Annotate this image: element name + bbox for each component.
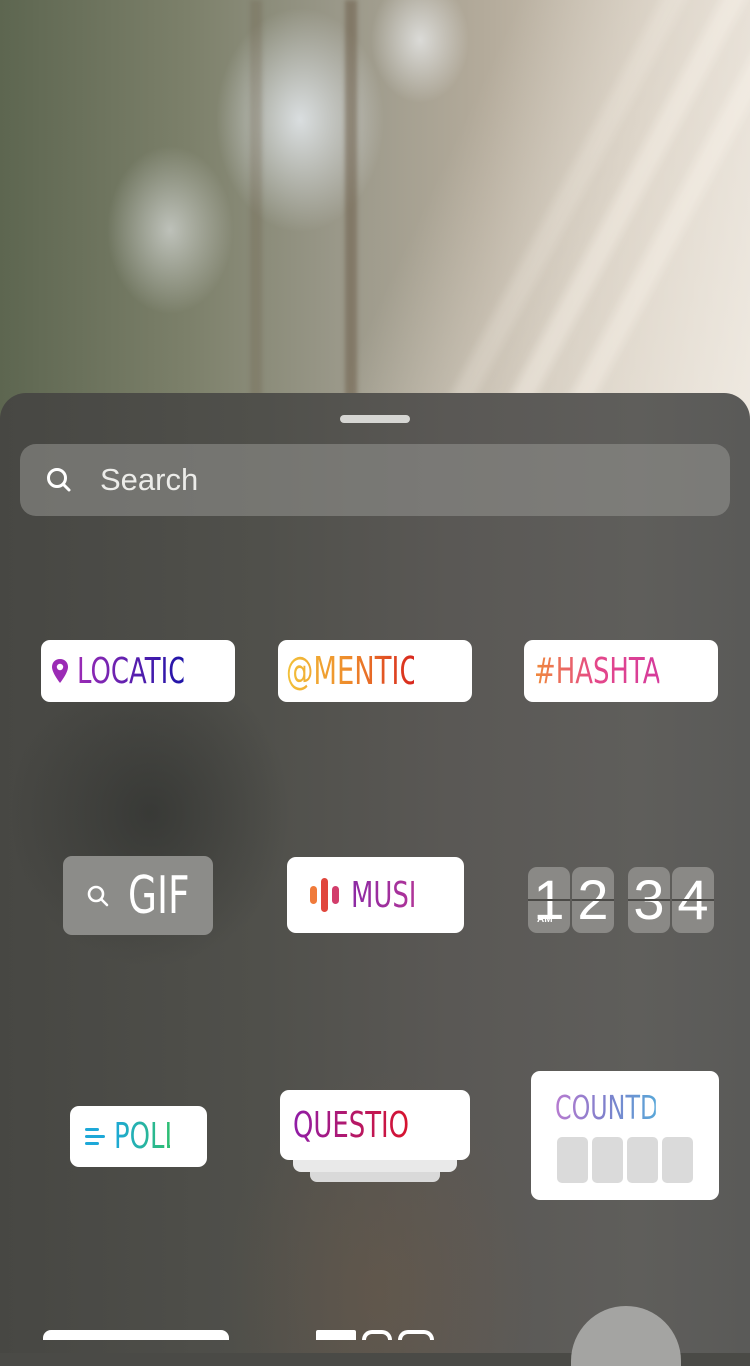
audio-bar xyxy=(310,886,317,904)
countdown-cell xyxy=(662,1137,693,1183)
list-lines-icon xyxy=(85,1128,105,1145)
time-minutes: 3 4 xyxy=(628,867,714,933)
search-bar[interactable] xyxy=(20,444,730,516)
questions-label: QUESTIONS xyxy=(293,1104,445,1146)
partial-glyph xyxy=(398,1330,434,1340)
poll-sticker[interactable]: POLL xyxy=(70,1106,207,1167)
next-row-sticker-partial[interactable] xyxy=(43,1330,229,1340)
tree-trunk xyxy=(345,0,357,420)
time-digit: 3 xyxy=(628,867,670,933)
background-photo xyxy=(0,0,750,420)
location-sticker[interactable]: LOCATION xyxy=(41,640,235,702)
search-icon xyxy=(86,884,110,908)
tree-trunk xyxy=(250,0,262,420)
gif-sticker[interactable]: GIF xyxy=(63,856,213,935)
countdown-cell xyxy=(627,1137,658,1183)
mention-sticker[interactable]: @MENTION xyxy=(278,640,472,702)
location-label: LOCATION xyxy=(77,650,209,692)
countdown-label: COUNTDOWN xyxy=(555,1088,719,1127)
countdown-cell xyxy=(592,1137,623,1183)
gif-label: GIF xyxy=(128,865,190,926)
sticker-tray-sheet: LOCATION @MENTION #HASHTAG GIF MUSIC 1AM… xyxy=(0,393,750,1353)
search-input[interactable] xyxy=(98,461,662,499)
countdown-cell xyxy=(557,1137,588,1183)
meridiem-label: AM xyxy=(537,914,553,925)
list-line xyxy=(85,1142,99,1145)
next-row-sticker-partial[interactable] xyxy=(316,1330,434,1340)
list-line xyxy=(85,1135,105,1138)
time-digit: 2 xyxy=(572,867,614,933)
poll-label: POLL xyxy=(114,1116,179,1157)
mention-label: @MENTION xyxy=(286,649,442,693)
music-sticker[interactable]: MUSIC xyxy=(287,857,464,933)
list-line xyxy=(85,1128,99,1131)
time-digit: 4 xyxy=(672,867,714,933)
questions-card[interactable]: QUESTIONS xyxy=(280,1090,470,1160)
audio-bar xyxy=(332,886,339,904)
countdown-sticker[interactable]: COUNTDOWN xyxy=(531,1071,719,1200)
partial-glyph xyxy=(362,1330,392,1340)
partial-glyph xyxy=(316,1330,356,1340)
search-icon xyxy=(46,467,72,493)
time-hours: 1 AM 2 xyxy=(528,867,614,933)
hashtag-label: #HASHTAG xyxy=(534,650,681,692)
location-pin-icon xyxy=(51,658,69,684)
time-sticker[interactable]: 1 AM 2 3 4 xyxy=(528,867,714,933)
hashtag-sticker[interactable]: #HASHTAG xyxy=(524,640,718,702)
time-digit: 1 AM xyxy=(528,867,570,933)
drag-handle[interactable] xyxy=(340,415,410,423)
audio-bar xyxy=(321,878,328,912)
audio-bars-icon xyxy=(310,878,339,912)
music-label: MUSIC xyxy=(351,874,435,916)
questions-sticker[interactable]: QUESTIONS xyxy=(280,1090,470,1182)
countdown-cells xyxy=(557,1137,693,1183)
